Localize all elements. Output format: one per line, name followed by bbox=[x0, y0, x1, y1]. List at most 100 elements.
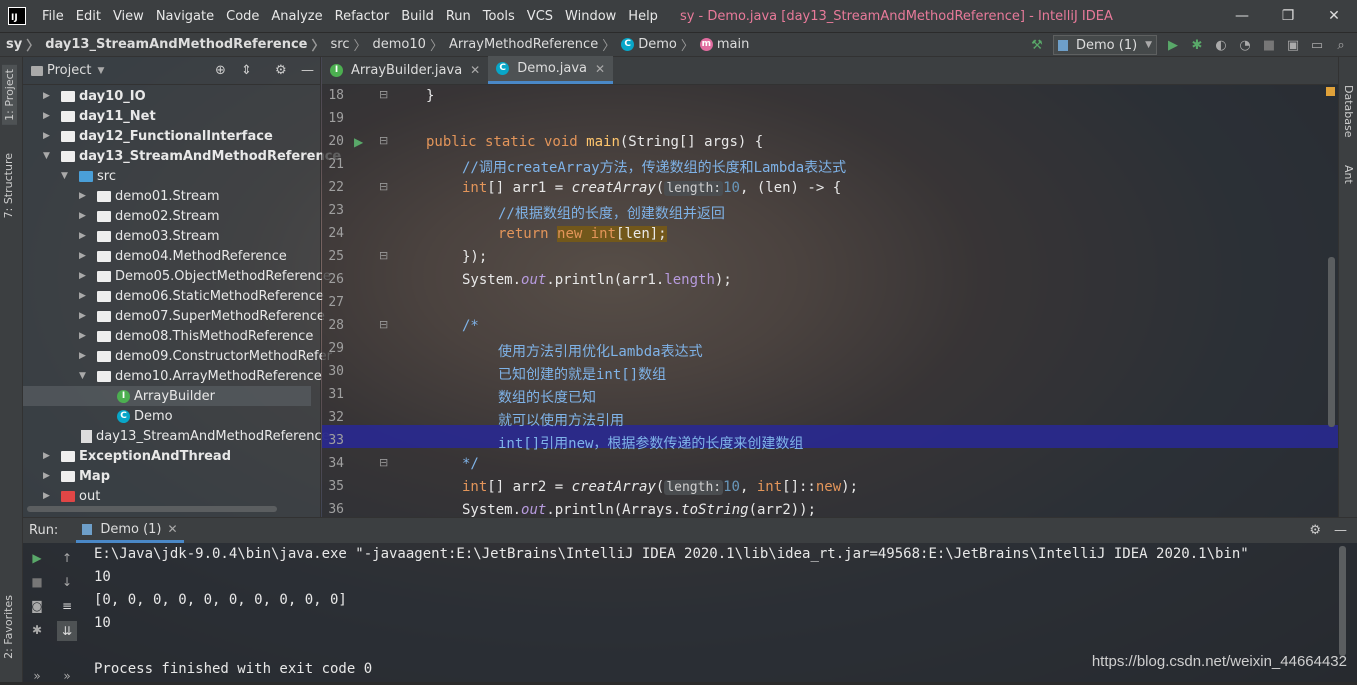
locate-icon[interactable]: ⊕ bbox=[215, 63, 226, 78]
breadcrumb-src[interactable]: src 〉 bbox=[325, 35, 367, 54]
tree-item-arraybuilder[interactable]: I ArrayBuilder bbox=[23, 386, 311, 406]
tree-item-day12[interactable]: ▶ day12_FunctionalInterface bbox=[43, 126, 273, 146]
tree-item-demo01[interactable]: ▶ demo01.Stream bbox=[79, 186, 220, 206]
search-icon[interactable]: ⌕ bbox=[1333, 37, 1349, 53]
expand-arrow-icon: ▶ bbox=[79, 251, 86, 261]
tree-item-demo05[interactable]: ▶ Demo05.ObjectMethodReference bbox=[79, 266, 331, 286]
tree-item-exception[interactable]: ▶ ExceptionAndThread bbox=[43, 446, 231, 466]
code-token: System. bbox=[462, 502, 522, 517]
breadcrumb-package[interactable]: demo10 〉 bbox=[367, 35, 443, 54]
structure-tool-tab[interactable]: 7: Structure bbox=[2, 153, 15, 218]
more-icon[interactable]: » bbox=[29, 669, 45, 685]
code-line-36: System.out.println(Arrays.toString(arr2)… bbox=[462, 502, 816, 517]
coverage-icon[interactable]: ◐ bbox=[1213, 37, 1229, 53]
menu-run[interactable]: Run bbox=[440, 9, 477, 24]
menu-vcs[interactable]: VCS bbox=[521, 9, 559, 24]
build-hammer-icon[interactable]: ⚒ bbox=[1029, 37, 1045, 53]
rerun-icon[interactable]: ▶ bbox=[29, 551, 45, 567]
menu-tools[interactable]: Tools bbox=[477, 9, 521, 24]
scroll-to-end-icon[interactable]: ⇊ bbox=[57, 621, 77, 641]
down-arrow-icon[interactable]: ↓ bbox=[59, 575, 75, 591]
tree-item-map[interactable]: ▶ Map bbox=[43, 466, 110, 486]
menu-edit[interactable]: Edit bbox=[70, 9, 107, 24]
maximize-button[interactable]: ❐ bbox=[1265, 0, 1311, 32]
vertical-scrollbar[interactable] bbox=[1328, 257, 1335, 427]
menu-code[interactable]: Code bbox=[220, 9, 265, 24]
tab-arraybuilder[interactable]: I ArrayBuilder.java ✕ bbox=[322, 56, 488, 84]
project-structure-icon[interactable]: ▣ bbox=[1285, 37, 1301, 53]
database-tool-tab[interactable]: Database bbox=[1342, 85, 1355, 138]
more-icon[interactable]: » bbox=[59, 669, 75, 685]
tree-item-demo04[interactable]: ▶ demo04.MethodReference bbox=[79, 246, 287, 266]
expand-arrow-icon: ▶ bbox=[43, 91, 50, 101]
menu-window[interactable]: Window bbox=[559, 9, 622, 24]
console-scrollbar[interactable] bbox=[1339, 546, 1346, 656]
breadcrumb-class[interactable]: C Demo 〉 bbox=[615, 35, 694, 54]
stop-icon[interactable]: ■ bbox=[29, 575, 45, 591]
tree-item-demo09[interactable]: ▶ demo09.ConstructorMethodRefer bbox=[79, 346, 332, 366]
tree-item-src[interactable]: ▼ src bbox=[61, 166, 116, 186]
hide-panel-icon[interactable]: — bbox=[1334, 523, 1347, 538]
run-icon[interactable]: ▶ bbox=[1165, 37, 1181, 53]
menu-help[interactable]: Help bbox=[622, 9, 664, 24]
tab-demo[interactable]: C Demo.java ✕ bbox=[488, 56, 614, 84]
chevron-down-icon[interactable]: ▼ bbox=[97, 66, 104, 76]
expand-arrow-icon: ▶ bbox=[43, 131, 50, 141]
up-arrow-icon[interactable]: ↑ bbox=[59, 551, 75, 567]
gear-icon[interactable]: ⚙ bbox=[1309, 523, 1321, 538]
run-configuration-select[interactable]: Demo (1) ▼ bbox=[1053, 35, 1157, 55]
close-tab-icon[interactable]: ✕ bbox=[168, 522, 178, 536]
breadcrumb-subpackage[interactable]: ArrayMethodReference 〉 bbox=[443, 35, 615, 54]
tree-item-demo07[interactable]: ▶ demo07.SuperMethodReference bbox=[79, 306, 325, 326]
stop-icon[interactable]: ■ bbox=[1261, 37, 1277, 53]
code-line-35: int[] arr2 = creatArray(length: 10, int[]… bbox=[462, 479, 858, 495]
menu-refactor[interactable]: Refactor bbox=[329, 9, 396, 24]
gear-icon[interactable]: ⚙ bbox=[275, 63, 287, 78]
code-token: new bbox=[557, 226, 591, 242]
profile-icon[interactable]: ◔ bbox=[1237, 37, 1253, 53]
code-line-30: 已知创建的就是int[]数组 bbox=[498, 364, 666, 384]
warning-marker-icon[interactable] bbox=[1326, 87, 1335, 96]
breadcrumb-module[interactable]: day13_StreamAndMethodReference 〉 bbox=[39, 35, 324, 54]
project-panel-title[interactable]: Project bbox=[47, 63, 91, 78]
close-tab-icon[interactable]: ✕ bbox=[470, 63, 480, 77]
favorites-tool-tab[interactable]: 2: Favorites bbox=[2, 595, 15, 659]
code-token: .println(arr1. bbox=[546, 272, 665, 288]
breadcrumb-method[interactable]: m main bbox=[694, 37, 749, 52]
tree-item-day10[interactable]: ▶ day10_IO bbox=[43, 86, 146, 106]
terminal-icon[interactable]: ▭ bbox=[1309, 37, 1325, 53]
tree-item-out[interactable]: ▶ out bbox=[43, 486, 100, 506]
breadcrumb-project[interactable]: sy 〉 bbox=[0, 35, 39, 54]
menu-view[interactable]: View bbox=[107, 9, 150, 24]
tree-item-day11[interactable]: ▶ day11_Net bbox=[43, 106, 156, 126]
tree-item-demo06[interactable]: ▶ demo06.StaticMethodReference bbox=[79, 286, 324, 306]
menu-file[interactable]: File bbox=[36, 9, 70, 24]
project-panel: Project ▼ ⊕ ⇕ ⚙ — ▶ day10_IO ▶ day11_Net ▶… bbox=[23, 57, 341, 517]
tree-item-day13[interactable]: ▼ day13_StreamAndMethodReference bbox=[43, 146, 341, 166]
tree-item-demo08[interactable]: ▶ demo08.ThisMethodReference bbox=[79, 326, 313, 346]
debug-icon[interactable]: ✱ bbox=[1189, 37, 1205, 53]
soft-wrap-icon[interactable]: ≡ bbox=[59, 599, 75, 615]
code-area[interactable]: } public static void main(String[] args)… bbox=[322, 85, 1338, 517]
camera-icon[interactable]: ◙ bbox=[29, 599, 45, 615]
menu-navigate[interactable]: Navigate bbox=[150, 9, 220, 24]
tree-item-demo[interactable]: C Demo bbox=[117, 406, 173, 426]
minimize-button[interactable]: — bbox=[1219, 0, 1265, 32]
horizontal-scrollbar[interactable] bbox=[27, 506, 277, 512]
close-button[interactable]: ✕ bbox=[1311, 0, 1357, 32]
project-tool-tab[interactable]: 1: Project bbox=[2, 65, 17, 125]
collapse-all-icon[interactable]: ⇕ bbox=[241, 63, 252, 78]
tree-item-demo03[interactable]: ▶ demo03.Stream bbox=[79, 226, 220, 246]
tree-item-demo02[interactable]: ▶ demo02.Stream bbox=[79, 206, 220, 226]
debug-icon[interactable]: ✱ bbox=[29, 623, 45, 639]
tree-item-label: demo10.ArrayMethodReference bbox=[115, 368, 322, 384]
ant-tool-tab[interactable]: Ant bbox=[1342, 165, 1355, 184]
menu-build[interactable]: Build bbox=[395, 9, 440, 24]
menu-analyze[interactable]: Analyze bbox=[265, 9, 328, 24]
tree-item-demo10[interactable]: ▼ demo10.ArrayMethodReference bbox=[79, 366, 322, 386]
class-icon: C bbox=[117, 409, 130, 423]
close-tab-icon[interactable]: ✕ bbox=[595, 62, 605, 76]
tree-item-iml[interactable]: day13_StreamAndMethodReference.i bbox=[81, 426, 337, 446]
hide-panel-icon[interactable]: — bbox=[301, 63, 314, 78]
run-tab-demo[interactable]: Demo (1) ✕ bbox=[76, 518, 184, 543]
